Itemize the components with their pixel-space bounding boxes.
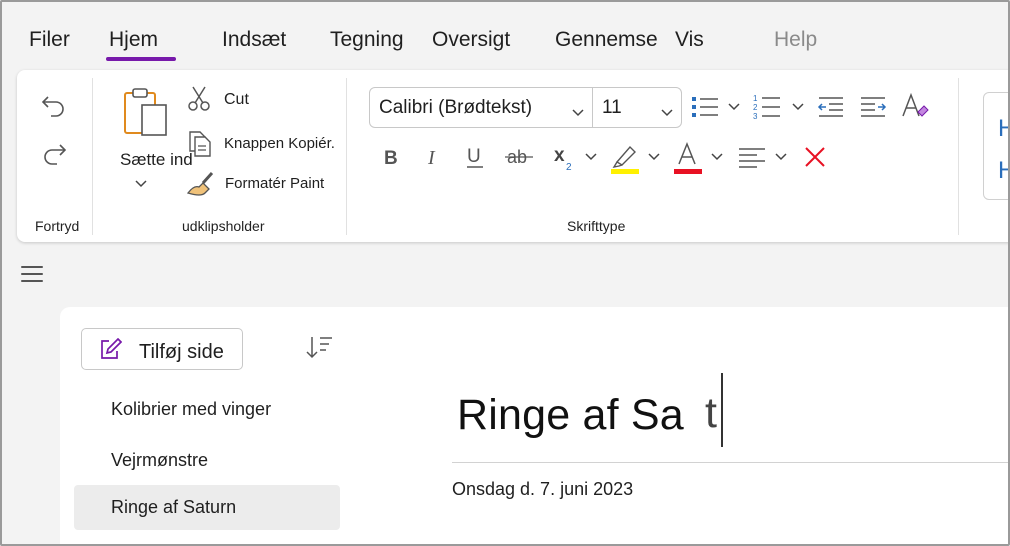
title-divider	[452, 462, 1010, 463]
font-size-select[interactable]: 11	[592, 87, 682, 128]
align-chevron-down-icon[interactable]	[774, 150, 788, 164]
group-divider	[92, 78, 93, 235]
group-label-font: Skrifttype	[567, 218, 626, 234]
strikethrough-icon[interactable]: ab	[502, 142, 536, 172]
redo-icon[interactable]	[37, 136, 71, 170]
copy-icon[interactable]	[185, 128, 215, 158]
svg-text:I: I	[427, 147, 436, 168]
underline-icon[interactable]: U	[461, 142, 489, 172]
menu-tabbar: Filer Hjem Indsæt Tegning Oversigt Genne…	[0, 0, 1010, 66]
page-title[interactable]: Ringe af Sa	[457, 391, 684, 440]
ribbon: Fortryd Sætte ind Cut Knappen Kopiér. Fo…	[17, 70, 1010, 242]
paste-icon[interactable]	[118, 84, 178, 142]
add-page-button[interactable]: Tilføj side	[81, 328, 243, 370]
tab-hjem[interactable]: Hjem	[109, 28, 158, 52]
font-size-value: 11	[602, 96, 622, 118]
tab-oversigt[interactable]: Oversigt	[432, 28, 510, 52]
scissors-icon[interactable]	[185, 84, 213, 114]
tab-filer[interactable]: Filer	[29, 28, 70, 52]
page-list-item[interactable]: Vejrmønstre	[74, 438, 340, 483]
increase-indent-icon[interactable]	[857, 92, 889, 122]
font-color-icon[interactable]	[671, 140, 705, 176]
hamburger-menu-icon[interactable]	[21, 264, 43, 284]
clear-all-formatting-close-icon[interactable]	[800, 142, 830, 172]
font-color-chevron-down-icon[interactable]	[710, 150, 724, 164]
copy-button[interactable]: Knappen Kopiér.	[224, 135, 335, 152]
font-name-value: Calibri (Brødtekst)	[379, 96, 533, 118]
page-list-item[interactable]: Kolibrier med vinger	[74, 387, 340, 432]
paste-button-label[interactable]: Sætte ind	[120, 150, 193, 170]
font-name-select[interactable]: Calibri (Brødtekst)	[369, 87, 593, 128]
text-caret	[721, 373, 723, 447]
active-tab-indicator	[106, 57, 176, 61]
subscript-icon[interactable]: x2	[550, 142, 580, 174]
page-list-item-label: Kolibrier med vinger	[111, 399, 272, 419]
page-list-item-selected[interactable]: Ringe af Saturn	[74, 485, 340, 530]
add-page-label: Tilføj side	[139, 341, 224, 363]
group-label-undo: Fortryd	[35, 218, 80, 234]
add-page-icon	[97, 337, 123, 363]
italic-icon[interactable]: I	[419, 142, 447, 172]
format-painter-icon[interactable]	[184, 168, 216, 198]
bullet-list-icon[interactable]	[688, 92, 722, 122]
note-canvas[interactable]: Ringe af Sa t Onsdag d. 7. juni 2023	[354, 307, 1010, 546]
highlighter-chevron-down-icon[interactable]	[647, 150, 661, 164]
group-label-clipboard: udklipsholder	[182, 218, 265, 234]
decrease-indent-icon[interactable]	[815, 92, 847, 122]
highlighter-icon[interactable]	[607, 140, 643, 176]
svg-text:3: 3	[753, 112, 758, 121]
page-list-item-label: Vejrmønstre	[111, 450, 209, 470]
tab-indsaet[interactable]: Indsæt	[222, 28, 286, 52]
chevron-down-icon	[572, 101, 584, 123]
clear-formatting-icon[interactable]	[898, 90, 932, 122]
chevron-down-icon	[661, 101, 673, 123]
sort-pages-icon[interactable]	[305, 335, 333, 366]
svg-text:B: B	[384, 148, 398, 168]
tab-gennemse[interactable]: Gennemse	[555, 28, 658, 52]
subscript-chevron-down-icon[interactable]	[584, 150, 598, 164]
bullet-list-chevron-down-icon[interactable]	[727, 100, 741, 114]
page-list-panel: Tilføj side Kolibrier med vinger Vejrmøn…	[60, 307, 354, 546]
format-paint-button[interactable]: Formatér Paint	[225, 175, 324, 192]
svg-text:x: x	[554, 145, 565, 166]
undo-icon[interactable]	[37, 88, 71, 122]
page-date: Onsdag d. 7. juni 2023	[452, 479, 634, 499]
align-icon[interactable]	[735, 142, 769, 172]
cut-button[interactable]: Cut	[224, 91, 249, 109]
page-list-item-label: Ringe af Saturn	[111, 497, 237, 517]
svg-text:1: 1	[753, 94, 758, 103]
paste-dropdown-chevron-icon[interactable]	[133, 176, 149, 192]
svg-text:U: U	[467, 146, 481, 167]
svg-text:2: 2	[566, 162, 572, 172]
style-preview-heading2[interactable]: H	[998, 157, 1010, 185]
tab-help[interactable]: Help	[774, 28, 817, 52]
page-title-typed-char[interactable]: t	[705, 389, 717, 438]
tab-vis[interactable]: Vis	[675, 28, 704, 52]
style-preview-heading1[interactable]: H	[998, 115, 1010, 143]
tab-tegning[interactable]: Tegning	[330, 28, 404, 52]
numbered-list-icon[interactable]: 123	[750, 92, 784, 122]
styles-gallery[interactable]: H H	[983, 92, 1010, 200]
numbered-list-chevron-down-icon[interactable]	[791, 100, 805, 114]
svg-text:2: 2	[753, 103, 758, 112]
bold-icon[interactable]: B	[377, 142, 405, 172]
group-divider	[346, 78, 347, 235]
group-divider	[958, 78, 959, 235]
